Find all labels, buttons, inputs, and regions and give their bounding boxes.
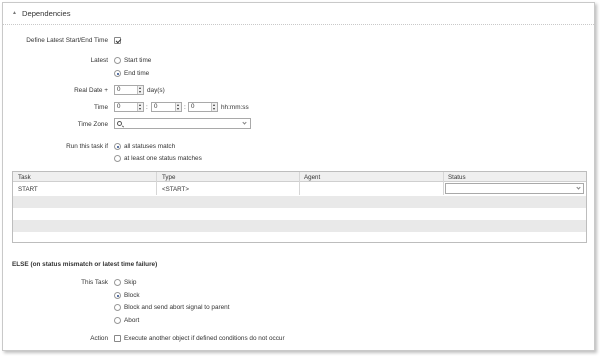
time-seconds-spin-buttons[interactable] xyxy=(211,103,217,111)
table-row-empty xyxy=(13,208,586,220)
collapse-chevron-icon[interactable]: ▲ xyxy=(12,10,17,16)
else-section-title: ELSE (on status mismatch or latest time … xyxy=(12,261,158,268)
this-task-block-label: Block xyxy=(124,292,140,299)
this-task-abort-label: Abort xyxy=(124,317,140,324)
time-zone-label: Time Zone xyxy=(77,121,108,128)
cell-type: <START> xyxy=(162,186,189,193)
status-select[interactable] xyxy=(445,183,584,194)
time-seconds-stepper[interactable]: 0 xyxy=(188,102,218,112)
latest-end-radio[interactable] xyxy=(114,70,121,77)
time-seconds-value: 0 xyxy=(191,103,195,110)
panel-title: Dependencies xyxy=(22,9,71,18)
column-header-agent[interactable]: Agent xyxy=(304,174,320,181)
time-zone-select[interactable] xyxy=(114,118,251,129)
table-row-empty xyxy=(13,196,586,208)
real-date-spin-buttons[interactable] xyxy=(137,86,143,94)
define-latest-label: Define Latest Start/End Time xyxy=(26,37,108,44)
latest-end-label: End time xyxy=(124,70,150,77)
run-if-all-label: all statuses match xyxy=(124,143,176,150)
real-date-stepper[interactable]: 0 xyxy=(114,85,144,95)
time-hours-spin-buttons[interactable] xyxy=(137,103,143,111)
action-label: Action xyxy=(90,335,108,342)
time-label: Time xyxy=(94,104,108,111)
run-if-any-radio[interactable] xyxy=(114,155,121,162)
run-if-any-label: at least one status matches xyxy=(124,155,202,162)
latest-start-radio[interactable] xyxy=(114,57,121,64)
search-icon xyxy=(117,120,122,126)
real-date-unit: day(s) xyxy=(147,87,165,94)
this-task-block-radio[interactable] xyxy=(114,292,121,299)
chevron-down-icon xyxy=(242,120,247,125)
chevron-down-icon xyxy=(576,185,581,190)
define-latest-checkbox[interactable] xyxy=(114,37,121,44)
this-task-label: This Task xyxy=(81,279,108,286)
time-hours-stepper[interactable]: 0 xyxy=(114,102,144,112)
time-minutes-stepper[interactable]: 0 xyxy=(151,102,182,112)
run-if-all-radio[interactable] xyxy=(114,143,121,150)
cell-task: START xyxy=(18,186,38,193)
time-minutes-spin-buttons[interactable] xyxy=(175,103,181,111)
real-date-value: 0 xyxy=(117,86,121,93)
column-header-task[interactable]: Task xyxy=(18,174,31,181)
latest-label: Latest xyxy=(90,57,108,64)
run-if-label: Run this task if xyxy=(66,143,108,150)
dependency-table: Task Type Agent Status START <START> xyxy=(12,171,587,243)
time-format-hint: hh:mm:ss xyxy=(221,104,249,111)
latest-start-label: Start time xyxy=(124,57,152,64)
this-task-skip-radio[interactable] xyxy=(114,279,121,286)
time-minutes-value: 0 xyxy=(154,103,158,110)
dependencies-panel: ▲ Dependencies Define Latest Start/End T… xyxy=(2,2,595,351)
time-hours-value: 0 xyxy=(117,103,121,110)
column-header-status[interactable]: Status xyxy=(448,174,466,181)
action-checkbox[interactable] xyxy=(114,335,121,342)
this-task-abort-radio[interactable] xyxy=(114,317,121,324)
column-header-type[interactable]: Type xyxy=(162,174,175,181)
panel-header[interactable]: ▲ Dependencies xyxy=(3,3,594,25)
real-date-label: Real Date + xyxy=(74,87,108,94)
time-separator-2: : xyxy=(184,104,186,111)
table-row-empty xyxy=(13,220,586,232)
this-task-skip-label: Skip xyxy=(124,279,137,286)
this-task-block-abort-label: Block and send abort signal to parent xyxy=(124,304,230,311)
time-separator-1: : xyxy=(146,104,148,111)
this-task-block-abort-radio[interactable] xyxy=(114,304,121,311)
action-option-label: Execute another object if defined condit… xyxy=(124,335,285,342)
